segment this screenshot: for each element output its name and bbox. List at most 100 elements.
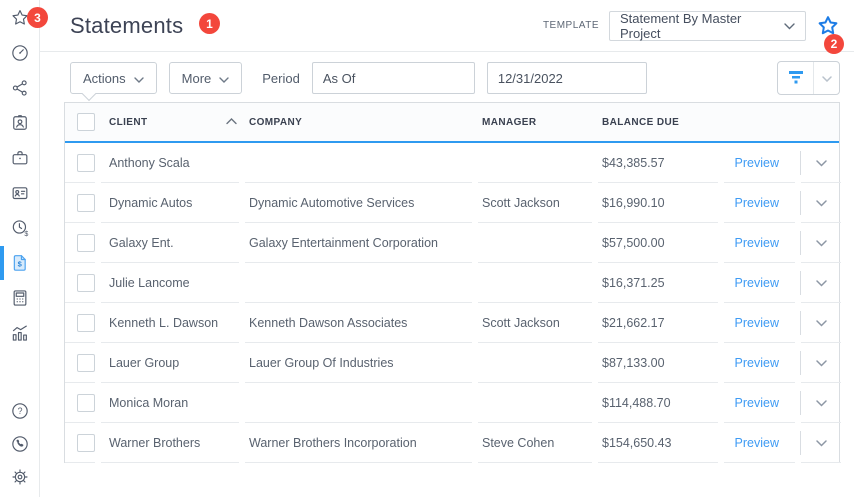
row-checkbox-cell: [65, 383, 95, 423]
gear-icon: [10, 467, 30, 487]
preview-link[interactable]: Preview: [735, 276, 779, 290]
preview-cell: Preview: [724, 263, 795, 303]
period-date-input[interactable]: 12/31/2022: [486, 62, 647, 94]
company-name: Kenneth Dawson Associates: [249, 315, 408, 330]
row-expand-button[interactable]: [800, 183, 841, 223]
row-expand-button[interactable]: [800, 303, 841, 343]
sidebar-item-calculator[interactable]: [0, 288, 40, 308]
period-type-value: As Of: [322, 70, 356, 86]
row-expand-button[interactable]: [800, 343, 841, 383]
select-all-checkbox[interactable]: [77, 113, 95, 131]
manager-cell: Steve Cohen: [478, 423, 592, 463]
preview-link[interactable]: Preview: [735, 356, 779, 370]
row-expand-button[interactable]: [800, 143, 841, 183]
sidebar-item-support[interactable]: [0, 434, 40, 454]
help-icon: ?: [10, 401, 30, 421]
row-expand-button[interactable]: [800, 423, 841, 463]
manager-cell: [478, 383, 592, 423]
client-cell: Julie Lancome: [101, 263, 239, 303]
period-date-value: 12/31/2022: [497, 70, 563, 86]
sidebar-item-statements[interactable]: $: [0, 246, 40, 280]
sidebar-item-share[interactable]: [0, 78, 40, 98]
period-type-input[interactable]: As Of: [311, 62, 475, 94]
preview-cell: Preview: [724, 223, 795, 263]
briefcase-icon: [10, 148, 30, 168]
row-checkbox[interactable]: [77, 273, 95, 292]
sidebar-item-time-billing[interactable]: $: [0, 218, 40, 238]
more-button[interactable]: More: [168, 62, 243, 94]
balance-due-cell: $154,650.43: [598, 423, 718, 463]
sidebar-item-contacts[interactable]: [0, 113, 40, 133]
preview-cell: Preview: [724, 423, 795, 463]
sidebar-item-dashboard[interactable]: [0, 43, 40, 63]
balance-due-value: $16,990.10: [602, 195, 665, 210]
annotation-badge-1: 1: [199, 13, 220, 34]
preview-link[interactable]: Preview: [735, 156, 779, 170]
page-header: Statements TEMPLATE Statement By Master …: [40, 0, 854, 52]
row-checkbox[interactable]: [77, 193, 95, 212]
calculator-icon: [10, 288, 30, 308]
column-header-balance-due[interactable]: BALANCE DUE: [598, 117, 718, 128]
balance-due-cell: $16,990.10: [598, 183, 718, 223]
sidebar-item-accounts[interactable]: [0, 183, 40, 203]
company-name: Galaxy Entertainment Corporation: [249, 235, 438, 250]
client-cell: Anthony Scala: [101, 143, 239, 183]
sidebar-item-projects[interactable]: [0, 148, 40, 168]
row-checkbox[interactable]: [77, 313, 95, 332]
preview-link[interactable]: Preview: [735, 316, 779, 330]
actions-button[interactable]: Actions: [70, 62, 157, 94]
column-header-manager[interactable]: MANAGER: [478, 117, 592, 128]
preview-link[interactable]: Preview: [735, 396, 779, 410]
sidebar-item-settings[interactable]: [0, 467, 40, 487]
row-checkbox[interactable]: [77, 153, 95, 172]
table-row: Julie Lancome $16,371.25 Preview: [65, 263, 841, 303]
template-select[interactable]: Statement By Master Project: [609, 10, 806, 41]
preview-link[interactable]: Preview: [735, 436, 779, 450]
column-header-company[interactable]: COMPANY: [245, 117, 472, 128]
manager-cell: [478, 343, 592, 383]
sidebar-item-help[interactable]: ?: [0, 401, 40, 421]
column-header-client[interactable]: CLIENT: [101, 117, 239, 128]
client-cell: Kenneth L. Dawson: [101, 303, 239, 343]
company-name: Warner Brothers Incorporation: [249, 435, 417, 450]
preview-link[interactable]: Preview: [735, 196, 779, 210]
manager-cell: Scott Jackson: [478, 183, 592, 223]
table-row: Lauer Group Lauer Group Of Industries $8…: [65, 343, 841, 383]
client-cell: Dynamic Autos: [101, 183, 239, 223]
chevron-down-icon: [815, 436, 827, 450]
row-checkbox[interactable]: [77, 233, 95, 252]
filter-dropdown-button[interactable]: [814, 62, 839, 94]
svg-text:?: ?: [17, 406, 22, 416]
chevron-down-icon: [133, 71, 144, 86]
chevron-down-icon: [821, 69, 832, 87]
statement-document-icon: $: [10, 253, 30, 273]
column-header-manager-label: MANAGER: [482, 116, 537, 128]
table-row: Kenneth L. Dawson Kenneth Dawson Associa…: [65, 303, 841, 343]
contact-badge-icon: [10, 113, 30, 133]
preview-cell: Preview: [724, 383, 795, 423]
filter-button[interactable]: [778, 62, 814, 94]
table-header-row: CLIENT COMPANY MANAGER BALANCE DUE: [65, 103, 839, 143]
row-checkbox[interactable]: [77, 393, 95, 412]
row-expand-button[interactable]: [800, 383, 841, 423]
template-select-value: Statement By Master Project: [620, 10, 742, 41]
annotation-badge-3: 3: [27, 7, 48, 28]
balance-due-cell: $16,371.25: [598, 263, 718, 303]
svg-text:$: $: [24, 230, 28, 238]
row-expand-button[interactable]: [800, 263, 841, 303]
row-expand-button[interactable]: [800, 223, 841, 263]
table-row: Monica Moran $114,488.70 Preview: [65, 383, 841, 423]
company-name: Lauer Group Of Industries: [249, 355, 394, 370]
client-cell: Warner Brothers: [101, 423, 239, 463]
preview-link[interactable]: Preview: [735, 236, 779, 250]
balance-due-value: $43,385.57: [602, 155, 665, 170]
period-label: Period: [262, 70, 300, 86]
row-checkbox-cell: [65, 343, 95, 383]
client-cell: Monica Moran: [101, 383, 239, 423]
table-row: Dynamic Autos Dynamic Automotive Service…: [65, 183, 841, 223]
row-checkbox[interactable]: [77, 433, 95, 452]
row-checkbox[interactable]: [77, 353, 95, 372]
manager-cell: Scott Jackson: [478, 303, 592, 343]
balance-due-cell: $21,662.17: [598, 303, 718, 343]
sidebar-item-reports[interactable]: [0, 323, 40, 343]
